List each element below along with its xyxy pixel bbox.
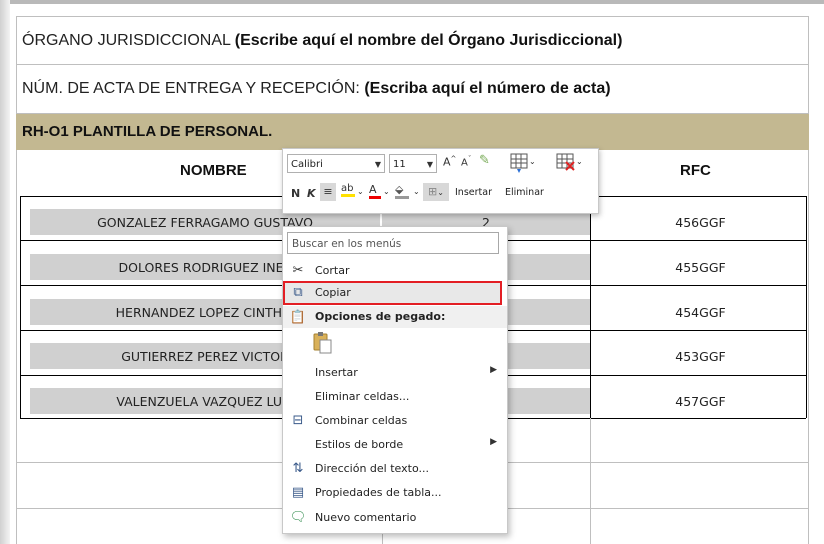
delete-label[interactable]: Eliminar <box>505 187 544 198</box>
menu-item-label: Eliminar celdas... <box>315 390 410 403</box>
mini-toolbar: Calibri ▼ 11 ▼ A^ Aˇ ✎ ⌄ ⌄ N K ≡ ab ⌄ A … <box>282 148 599 214</box>
rfc-cell[interactable]: 454GGF <box>592 305 809 320</box>
merge-cells-icon: ⊟ <box>292 413 304 428</box>
table-line <box>16 16 809 17</box>
svg-text:⌄: ⌄ <box>576 157 583 166</box>
chevron-down-icon: ▼ <box>426 160 433 169</box>
rfc-cell[interactable]: 457GGF <box>592 394 809 409</box>
text-direction-icon: ⇅ <box>292 461 304 476</box>
delete-table-icon[interactable]: ⌄ <box>555 152 583 176</box>
menu-item-label: Nuevo comentario <box>315 511 417 524</box>
borders-icon[interactable]: ⊞⌄ <box>423 183 449 201</box>
rfc-cell[interactable]: 453GGF <box>592 349 809 364</box>
chevron-down-icon[interactable]: ⌄ <box>357 187 364 196</box>
font-size-value: 11 <box>393 159 406 170</box>
chevron-down-icon[interactable]: ⌄ <box>383 187 390 196</box>
font-name-box[interactable]: Calibri ▼ <box>287 154 385 173</box>
scissors-icon: ✂ <box>292 263 304 278</box>
header-rfc[interactable]: RFC <box>680 162 711 179</box>
shading-icon[interactable]: ⬙ <box>395 183 409 199</box>
table-line <box>808 16 809 544</box>
menu-item-new-comment[interactable]: 🗨 Nuevo comentario <box>283 506 507 530</box>
table-line <box>16 16 17 544</box>
menu-item-cut[interactable]: ✂ Cortar <box>283 259 507 283</box>
font-name-value: Calibri <box>291 159 323 170</box>
menu-item-delete-cells[interactable]: Eliminar celdas... <box>283 385 507 409</box>
highlight-color-icon[interactable]: ab <box>341 183 355 197</box>
window-top-border <box>0 0 824 4</box>
chevron-down-icon[interactable]: ⌄ <box>413 187 420 196</box>
table-border <box>20 196 21 418</box>
table-properties-icon: ▤ <box>291 485 305 500</box>
menu-item-label: Insertar <box>315 366 358 379</box>
organo-row[interactable]: ÓRGANO JURISDICCIONAL (Escribe aquí el n… <box>22 32 622 50</box>
clipboard-icon: 📋 <box>289 310 307 325</box>
rfc-cell[interactable]: 456GGF <box>592 215 809 230</box>
menu-item-label: Opciones de pegado: <box>315 310 446 323</box>
menu-item-label: Combinar celdas <box>315 414 408 427</box>
grow-font-icon[interactable]: A^ <box>443 155 456 169</box>
menu-search-input[interactable]: Buscar en los menús <box>287 232 499 254</box>
rfc-cell[interactable]: 455GGF <box>592 260 809 275</box>
svg-text:⌄: ⌄ <box>529 157 535 166</box>
section-title[interactable]: RH-O1 PLANTILLA DE PERSONAL. <box>22 123 272 140</box>
paste-keep-source-icon[interactable] <box>311 331 333 355</box>
bold-button[interactable]: N <box>291 187 300 200</box>
table-line <box>590 418 591 544</box>
organo-label: ÓRGANO JURISDICCIONAL <box>22 32 231 49</box>
acta-row[interactable]: NÚM. DE ACTA DE ENTREGA Y RECEPCIÓN: (Es… <box>22 80 611 98</box>
menu-item-label: Cortar <box>315 264 350 277</box>
menu-item-insert[interactable]: Insertar ▶ <box>283 361 507 385</box>
chevron-down-icon: ▼ <box>374 160 381 169</box>
page-margin-shadow <box>0 0 10 544</box>
insert-table-icon[interactable]: ⌄ <box>509 152 535 176</box>
menu-item-label: Propiedades de tabla... <box>315 486 442 499</box>
center-align-icon[interactable]: ≡ <box>320 183 336 201</box>
chevron-right-icon: ▶ <box>490 365 497 375</box>
menu-item-copy[interactable]: ⧉ Copiar <box>283 281 507 305</box>
acta-hint: (Escriba aquí el número de acta) <box>364 80 611 97</box>
italic-button[interactable]: K <box>307 187 316 200</box>
copy-icon: ⧉ <box>293 285 303 300</box>
font-size-box[interactable]: 11 ▼ <box>389 154 437 173</box>
menu-item-label: Copiar <box>315 286 351 299</box>
acta-label: NÚM. DE ACTA DE ENTREGA Y RECEPCIÓN: <box>22 80 360 97</box>
format-painter-icon[interactable]: ✎ <box>479 153 490 168</box>
organo-hint: (Escribe aquí el nombre del Órgano Juris… <box>234 32 623 49</box>
menu-item-border-styles[interactable]: Estilos de borde ▶ <box>283 433 507 457</box>
menu-item-label: Dirección del texto... <box>315 462 429 475</box>
context-menu: Buscar en los menús ✂ Cortar ⧉ Copiar 📋 … <box>282 226 508 534</box>
shrink-font-icon[interactable]: Aˇ <box>461 155 471 168</box>
header-nombre[interactable]: NOMBRE <box>180 162 247 179</box>
menu-item-merge-cells[interactable]: ⊟ Combinar celdas <box>283 409 507 433</box>
font-color-icon[interactable]: A <box>369 183 381 199</box>
insert-label[interactable]: Insertar <box>455 187 492 198</box>
menu-item-label: Estilos de borde <box>315 438 404 451</box>
menu-item-text-direction[interactable]: ⇅ Dirección del texto... <box>283 457 507 481</box>
table-line <box>16 64 809 65</box>
menu-item-paste-options: 📋 Opciones de pegado: <box>283 306 507 328</box>
table-border <box>590 196 591 418</box>
menu-item-table-properties[interactable]: ▤ Propiedades de tabla... <box>283 481 507 505</box>
new-comment-icon: 🗨 <box>289 510 307 525</box>
chevron-right-icon: ▶ <box>490 437 497 447</box>
